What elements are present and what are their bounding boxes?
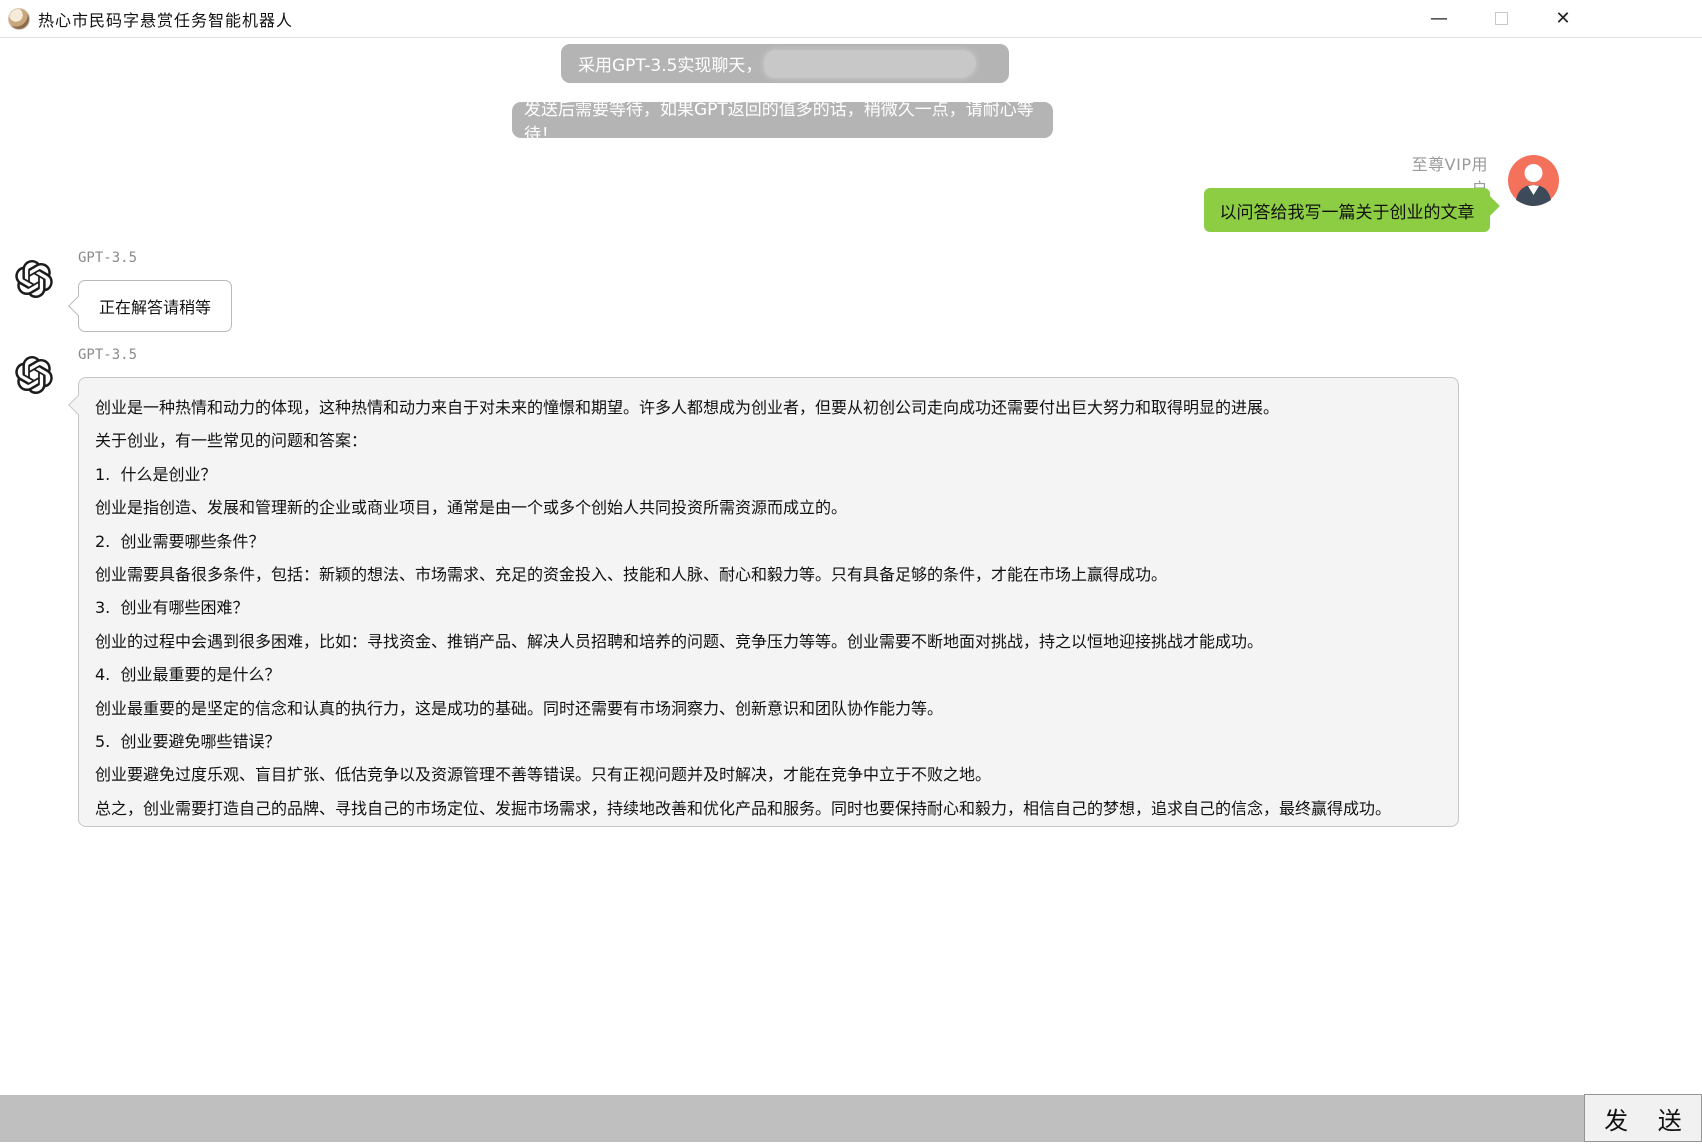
answer-paragraph: 5. 创业要避免哪些错误？: [95, 725, 1438, 758]
answer-paragraph: 1. 什么是创业？: [95, 458, 1438, 491]
bubble-tail: [1480, 196, 1500, 216]
bot-message-text: 正在解答请稍等: [99, 294, 211, 318]
redacted-text-blob: [764, 50, 976, 78]
bot-name-label: GPT-3.5: [78, 347, 137, 363]
bubble-tail: [68, 296, 88, 316]
close-icon: ✕: [1555, 8, 1570, 29]
app-icon: [8, 8, 30, 30]
answer-paragraph: 创业是一种热情和动力的体现，这种热情和动力来自于对未来的憧憬和期望。许多人都想成…: [95, 391, 1438, 424]
user-avatar: [1508, 155, 1559, 206]
answer-paragraph: 4. 创业最重要的是什么？: [95, 658, 1438, 691]
answer-paragraph: 2. 创业需要哪些条件？: [95, 525, 1438, 558]
bot-message-bubble-waiting: 正在解答请稍等: [78, 280, 232, 332]
user-message-text: 以问答给我写一篇关于创业的文章: [1220, 198, 1475, 223]
close-button[interactable]: ✕: [1532, 0, 1594, 38]
send-button[interactable]: 发 送: [1584, 1094, 1702, 1142]
openai-logo-icon: [15, 260, 53, 298]
bot-message-bubble-answer: 创业是一种热情和动力的体现，这种热情和动力来自于对未来的憧憬和期望。许多人都想成…: [78, 377, 1459, 827]
notice-banner-wait: 发送后需要等待，如果GPT返回的值多的话，稍微久一点，请耐心等待！: [512, 102, 1053, 138]
maximize-button[interactable]: [1470, 0, 1532, 38]
answer-paragraph: 创业要避免过度乐观、盲目扩张、低估竞争以及资源管理不善等错误。只有正视问题并及时…: [95, 758, 1438, 791]
title-bar: 热心市民码字悬赏任务智能机器人 — ✕: [0, 0, 1702, 38]
answer-paragraph: 总之，创业需要打造自己的品牌、寻找自己的市场定位、发掘市场需求，持续地改善和优化…: [95, 792, 1438, 825]
answer-paragraph: 创业的过程中会遇到很多困难，比如：寻找资金、推销产品、解决人员招聘和培养的问题、…: [95, 625, 1438, 658]
maximize-icon: [1495, 12, 1508, 25]
answer-paragraph: 3. 创业有哪些困难？: [95, 591, 1438, 624]
input-bar[interactable]: [0, 1095, 1702, 1142]
notice-text: 采用GPT-3.5实现聊天，: [578, 51, 762, 76]
answer-paragraph: 创业最重要的是坚定的信念和认真的执行力，这是成功的基础。同时还需要有市场洞察力、…: [95, 692, 1438, 725]
window-title: 热心市民码字悬赏任务智能机器人: [38, 7, 293, 31]
bubble-tail: [68, 395, 88, 415]
notice-banner-model: 采用GPT-3.5实现聊天，: [561, 44, 1009, 83]
openai-logo-icon: [15, 356, 53, 394]
minimize-icon: —: [1430, 8, 1448, 29]
notice-text: 发送后需要等待，如果GPT返回的值多的话，稍微久一点，请耐心等待！: [524, 95, 1053, 145]
answer-paragraph: 创业是指创造、发展和管理新的企业或商业项目，通常是由一个或多个创始人共同投资所需…: [95, 491, 1438, 524]
user-message-bubble: 以问答给我写一篇关于创业的文章: [1204, 188, 1490, 232]
answer-paragraph: 创业需要具备很多条件，包括：新颖的想法、市场需求、充足的资金投入、技能和人脉、耐…: [95, 558, 1438, 591]
answer-paragraph: 关于创业，有一些常见的问题和答案：: [95, 424, 1438, 457]
minimize-button[interactable]: —: [1408, 0, 1470, 38]
app-window: 热心市民码字悬赏任务智能机器人 — ✕ 采用GPT-3.5实现聊天， 发送后需要…: [0, 0, 1702, 1147]
bot-name-label: GPT-3.5: [78, 250, 137, 266]
